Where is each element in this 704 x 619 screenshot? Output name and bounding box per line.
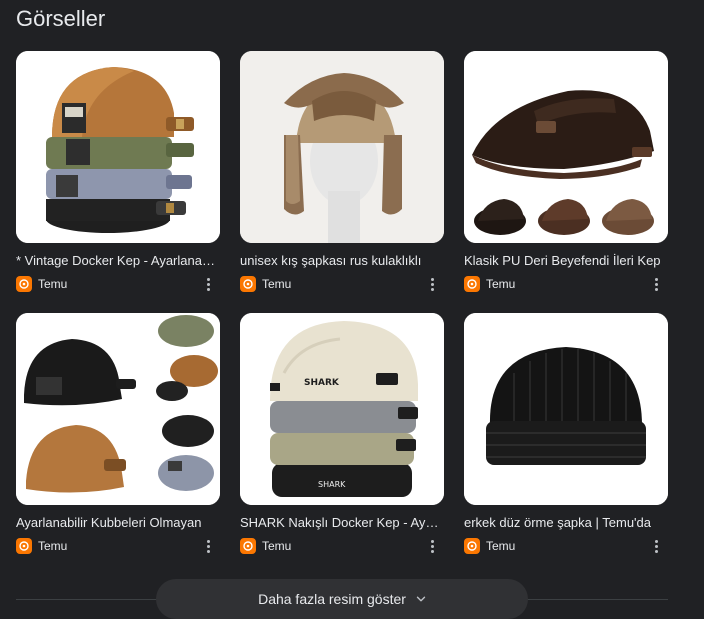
source-name: Temu	[262, 277, 292, 291]
image-result-card[interactable]: Klasik PU Deri Beyefendi İleri Kep Temu	[464, 51, 668, 293]
result-source[interactable]: Temu	[16, 275, 220, 293]
leather-cap-image[interactable]	[464, 51, 668, 243]
more-options-icon[interactable]	[426, 538, 438, 554]
docker-caps-image[interactable]	[16, 313, 220, 505]
chevron-down-icon	[416, 596, 426, 602]
source-name: Temu	[38, 277, 68, 291]
result-source[interactable]: Temu	[240, 537, 444, 555]
svg-text:SHARK: SHARK	[304, 378, 340, 388]
beanie-image[interactable]	[464, 313, 668, 505]
more-options-icon[interactable]	[426, 276, 438, 292]
temu-logo-icon	[240, 538, 256, 554]
image-result-card[interactable]: Ayarlanabilir Kubbeleri Olmayan Temu	[16, 313, 220, 555]
show-more-label: Daha fazla resim göster	[258, 591, 406, 607]
result-source[interactable]: Temu	[464, 537, 668, 555]
source-name: Temu	[38, 539, 68, 553]
image-result-card[interactable]: erkek düz örme şapka | Temu'da Temu	[464, 313, 668, 555]
result-caption[interactable]: erkek düz örme şapka | Temu'da	[464, 515, 664, 531]
image-result-card[interactable]: unisex kış şapkası rus kulaklıklı Temu	[240, 51, 444, 293]
result-caption[interactable]: unisex kış şapkası rus kulaklıklı	[240, 253, 440, 269]
temu-logo-icon	[464, 538, 480, 554]
temu-logo-icon	[240, 276, 256, 292]
section-title: Görseller	[16, 6, 106, 31]
result-caption[interactable]: SHARK Nakışlı Docker Kep - Ayarlanabilir	[240, 515, 440, 531]
result-caption[interactable]: Klasik PU Deri Beyefendi İleri Kep	[464, 253, 664, 269]
result-caption[interactable]: * Vintage Docker Kep - Ayarlanabilir	[16, 253, 216, 269]
trapper-hat-image[interactable]	[240, 51, 444, 243]
more-options-icon[interactable]	[202, 538, 214, 554]
more-options-icon[interactable]	[650, 538, 662, 554]
result-source[interactable]: Temu	[464, 275, 668, 293]
result-caption[interactable]: Ayarlanabilir Kubbeleri Olmayan	[16, 515, 216, 531]
temu-logo-icon	[16, 276, 32, 292]
result-source[interactable]: Temu	[16, 537, 220, 555]
svg-text:SHARK: SHARK	[318, 480, 346, 489]
image-result-card[interactable]: SHARK SHARK SHARK Nakışlı Docker Kep - A…	[240, 313, 444, 555]
temu-logo-icon	[16, 538, 32, 554]
source-name: Temu	[486, 539, 516, 553]
source-name: Temu	[486, 277, 516, 291]
temu-logo-icon	[464, 276, 480, 292]
shark-caps-image[interactable]: SHARK SHARK	[240, 313, 444, 505]
show-more-images-button[interactable]: Daha fazla resim göster	[156, 579, 528, 619]
more-options-icon[interactable]	[202, 276, 214, 292]
more-options-icon[interactable]	[650, 276, 662, 292]
source-name: Temu	[262, 539, 292, 553]
result-source[interactable]: Temu	[240, 275, 444, 293]
hat-stack-image[interactable]	[16, 51, 220, 243]
image-result-card[interactable]: * Vintage Docker Kep - Ayarlanabilir Tem…	[16, 51, 220, 293]
